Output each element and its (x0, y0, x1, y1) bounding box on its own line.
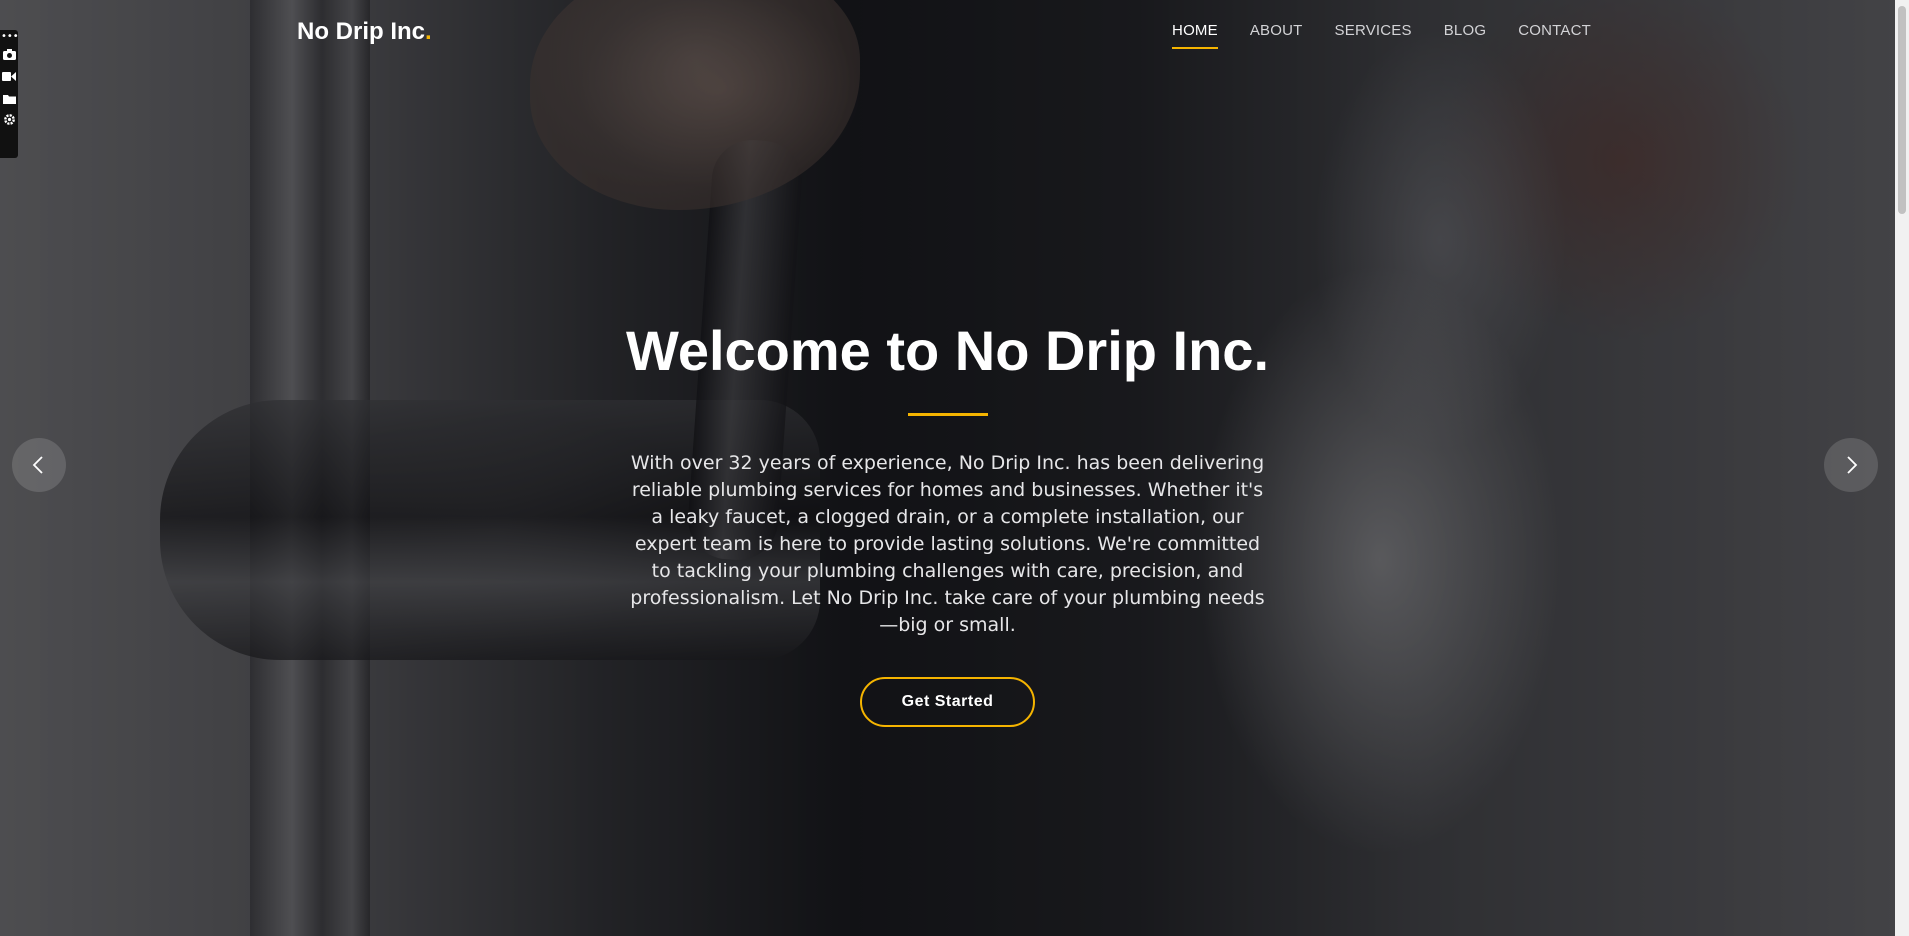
hero-content: Welcome to No Drip Inc. With over 32 yea… (0, 318, 1895, 727)
more-icon[interactable]: ••• (1, 32, 19, 46)
side-toolbar: ••• (0, 30, 19, 158)
page-scrollbar[interactable] (1895, 0, 1909, 936)
hero-description: With over 32 years of experience, No Dri… (630, 452, 1265, 636)
chevron-left-icon (32, 456, 43, 474)
main-nav: HOME ABOUT SERVICES BLOG CONTACT (1172, 22, 1591, 49)
carousel-prev-button[interactable] (12, 438, 66, 492)
nav-item-about[interactable]: ABOUT (1250, 22, 1303, 49)
nav-item-blog[interactable]: BLOG (1444, 22, 1486, 49)
hero-title: Welcome to No Drip Inc. (625, 319, 1270, 382)
brand-name: No Drip Inc (297, 18, 426, 45)
get-started-button[interactable]: Get Started (859, 677, 1036, 727)
chevron-right-icon (1847, 456, 1858, 474)
nav-item-contact[interactable]: CONTACT (1518, 22, 1591, 49)
hero-divider (907, 413, 988, 416)
scrollbar-thumb[interactable] (1898, 6, 1906, 214)
nav-item-services[interactable]: SERVICES (1335, 22, 1412, 49)
nav-item-home[interactable]: HOME (1172, 22, 1218, 49)
brand-dot: . (425, 18, 432, 45)
video-icon[interactable] (1, 68, 17, 90)
camera-icon[interactable] (1, 46, 17, 68)
brand-logo[interactable]: No Drip Inc. (297, 18, 432, 46)
page: ••• No Drip Inc. HOME ABOUT SERVICES BLO… (0, 0, 1909, 936)
gear-icon[interactable] (1, 112, 17, 134)
carousel-next-button[interactable] (1824, 438, 1878, 492)
folder-icon[interactable] (1, 90, 17, 112)
